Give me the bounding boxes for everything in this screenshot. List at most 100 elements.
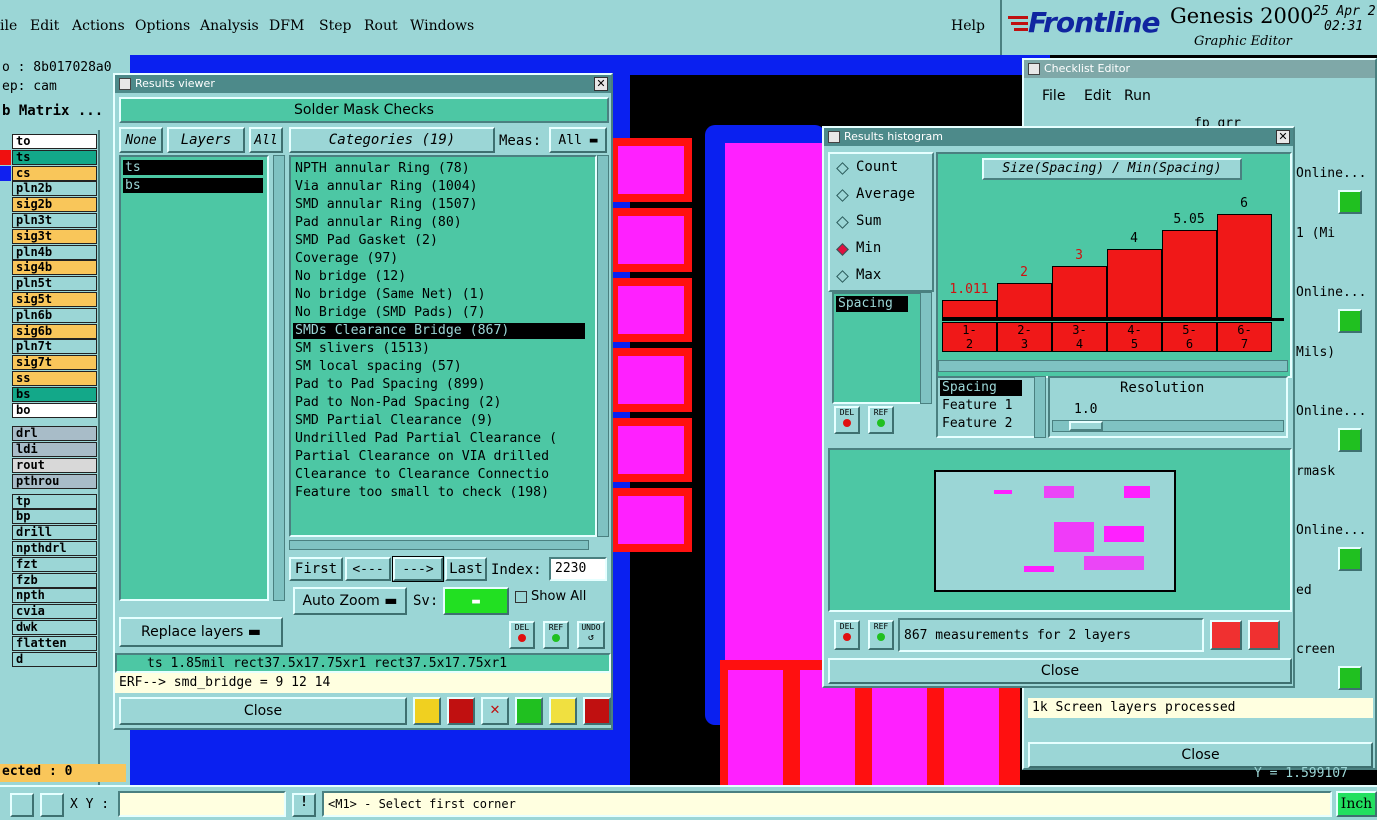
layer-item[interactable]: pthrou: [12, 473, 97, 489]
menu-options[interactable]: Options: [135, 18, 190, 34]
list-item[interactable]: ts: [123, 160, 263, 175]
magnify-icon[interactable]: [1338, 428, 1362, 452]
layer-swatch[interactable]: [0, 213, 11, 228]
category-item[interactable]: SMD Pad Gasket (2): [293, 233, 438, 249]
resolution-slider[interactable]: [1052, 420, 1284, 432]
matrix-button[interactable]: b Matrix ...: [2, 103, 103, 119]
layer-item[interactable]: cvia: [12, 604, 97, 620]
delete-button[interactable]: DEL: [509, 621, 535, 649]
layer-swatch[interactable]: [0, 509, 11, 525]
layer-swatch[interactable]: [0, 197, 11, 213]
layer-item[interactable]: pln5t: [12, 276, 97, 292]
checklist-row-text[interactable]: Online...: [1296, 404, 1366, 420]
layer-swatch[interactable]: [0, 149, 11, 165]
category-item[interactable]: Undrilled Pad Partial Clearance (: [293, 431, 557, 447]
layer-swatch[interactable]: [0, 260, 11, 276]
menu-rout[interactable]: Rout: [364, 18, 398, 34]
histogram-del-button[interactable]: DEL: [834, 406, 860, 434]
categories-button[interactable]: Categories (19): [289, 127, 495, 153]
layers-scrollbar[interactable]: [273, 155, 285, 601]
checklist-row-text[interactable]: Online...: [1296, 285, 1366, 301]
magnify-step-icon[interactable]: [413, 697, 441, 725]
tab-layers[interactable]: Layers: [167, 127, 245, 153]
results-viewer-titlebar[interactable]: Results viewer ✕: [115, 75, 611, 93]
layer-item[interactable]: pln6b: [12, 307, 97, 323]
report-icon[interactable]: [549, 697, 577, 725]
magnify-icon[interactable]: [1338, 547, 1362, 571]
layer-swatch[interactable]: [0, 572, 11, 588]
first-button[interactable]: First: [289, 557, 343, 581]
alert-icon[interactable]: !: [292, 793, 316, 817]
categories-hscrollbar[interactable]: [289, 540, 589, 550]
checklist-menu-run[interactable]: Run: [1124, 88, 1151, 104]
layer-item[interactable]: sig3t: [12, 228, 97, 244]
window-menu-icon[interactable]: [119, 78, 131, 90]
category-item[interactable]: SM local spacing (57): [293, 359, 462, 375]
categories-list[interactable]: NPTH annular Ring (78) Via annular Ring (…: [289, 155, 597, 537]
show-all-checkbox[interactable]: [515, 591, 527, 603]
checklist-menu-file[interactable]: File: [1042, 88, 1065, 104]
layer-swatch[interactable]: [0, 458, 11, 473]
mode-radio-count[interactable]: [836, 162, 849, 175]
category-item[interactable]: Clearance to Clearance Connectio: [293, 467, 549, 483]
histogram-bin-label[interactable]: 1- 2: [942, 322, 997, 352]
layer-item[interactable]: bp: [12, 509, 97, 525]
layer-item[interactable]: ts: [12, 149, 97, 165]
histogram-bar[interactable]: [1052, 266, 1107, 318]
last-button[interactable]: Last: [445, 557, 487, 581]
replace-layers-dropdown[interactable]: Replace layers ▬: [119, 617, 283, 647]
histogram-bin-label[interactable]: 6- 7: [1217, 322, 1272, 352]
layer-item[interactable]: pln3t: [12, 213, 97, 228]
disable-icon[interactable]: ✕: [481, 697, 509, 725]
layer-item[interactable]: fzb: [12, 572, 97, 588]
layer-item[interactable]: sig4b: [12, 260, 97, 276]
layer-swatch[interactable]: [0, 426, 11, 442]
layer-swatch[interactable]: [0, 228, 11, 244]
layer-swatch[interactable]: [0, 588, 11, 604]
magnify-icon[interactable]: [1338, 309, 1362, 333]
category-item[interactable]: No Bridge (SMD Pads) (7): [293, 305, 486, 321]
mode-radio-sum[interactable]: [836, 216, 849, 229]
layer-swatch[interactable]: [0, 556, 11, 572]
checklist-row-text[interactable]: rmask: [1296, 464, 1366, 480]
histogram-bar[interactable]: [1162, 230, 1217, 318]
chart-hscrollbar[interactable]: [938, 360, 1288, 372]
meas-dropdown[interactable]: All ▬: [549, 127, 607, 153]
field-list-scrollbar[interactable]: [920, 292, 932, 404]
layer-swatch[interactable]: [0, 355, 11, 371]
layer-swatch[interactable]: [0, 276, 11, 292]
list-item[interactable]: bs: [123, 178, 263, 193]
mode-radio-max[interactable]: [836, 270, 849, 283]
index-input[interactable]: 2230: [549, 557, 607, 581]
histogram-bar[interactable]: [1217, 214, 1272, 318]
checklist-titlebar[interactable]: Checklist Editor: [1024, 60, 1375, 78]
layer-item[interactable]: to: [12, 134, 97, 149]
layer-swatch[interactable]: [0, 181, 11, 197]
category-item[interactable]: SMD annular Ring (1507): [293, 197, 478, 213]
layer-swatch[interactable]: [0, 292, 11, 307]
histogram-close-button[interactable]: Close: [828, 658, 1292, 684]
window-menu-icon[interactable]: [828, 131, 840, 143]
units-button[interactable]: Inch: [1336, 791, 1377, 817]
layer-swatch[interactable]: [0, 604, 11, 620]
snap-icon[interactable]: [10, 793, 34, 817]
layer-item[interactable]: sig5t: [12, 292, 97, 307]
category-item[interactable]: Pad to Pad Spacing (899): [293, 377, 486, 393]
zoom-all-icon[interactable]: [1248, 620, 1280, 650]
layer-swatch[interactable]: [0, 307, 11, 323]
checklist-row-text[interactable]: Online...: [1296, 523, 1366, 539]
xy-input[interactable]: [118, 791, 286, 817]
layer-swatch[interactable]: [0, 473, 11, 489]
category-item[interactable]: Pad annular Ring (80): [293, 215, 462, 231]
category-item[interactable]: Feature too small to check (198): [293, 485, 549, 501]
checklist-close-button[interactable]: Close: [1028, 742, 1373, 768]
menu-windows[interactable]: Windows: [410, 18, 474, 34]
resolution-slider-handle[interactable]: [1069, 421, 1103, 431]
category-item[interactable]: Coverage (97): [293, 251, 398, 267]
layer-item[interactable]: npthdrl: [12, 541, 97, 556]
category-item[interactable]: Pad to Non-Pad Spacing (2): [293, 395, 501, 411]
prev-button[interactable]: <---: [345, 557, 391, 581]
layer-swatch[interactable]: [0, 323, 11, 339]
layer-item[interactable]: fzt: [12, 556, 97, 572]
undo-button[interactable]: UNDO ↺: [577, 621, 605, 649]
